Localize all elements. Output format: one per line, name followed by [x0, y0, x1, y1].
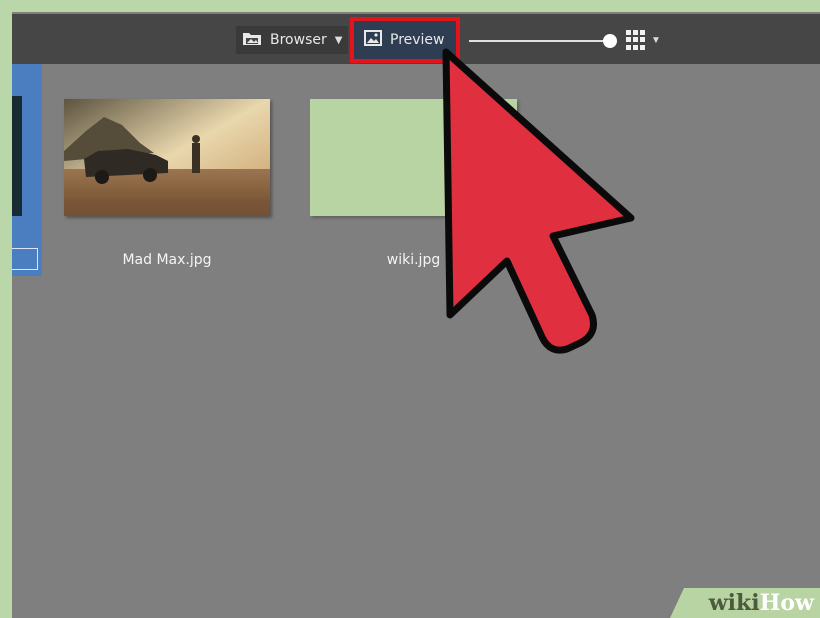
app-window: Browser ▼ Preview ▼ Mad Max.jpg wiki.jpg…	[12, 12, 820, 618]
watermark-how-text: How	[759, 590, 814, 616]
wikihow-watermark: wikiHow	[670, 588, 820, 618]
cursor-arrow-icon	[442, 48, 635, 354]
watermark-wiki-text: wiki	[708, 590, 760, 616]
